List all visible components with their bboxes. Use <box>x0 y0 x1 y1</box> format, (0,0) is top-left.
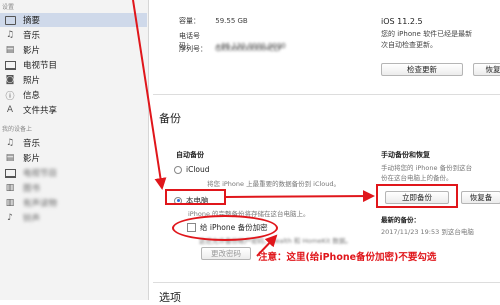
divider <box>153 282 500 283</box>
restore-iphone-button[interactable]: 恢复 <box>473 63 500 76</box>
sidebar-item-label: 铃声 <box>23 214 41 224</box>
music-note-icon: ♫ <box>5 138 15 148</box>
icloud-label: iCloud <box>186 165 210 174</box>
sidebar-item-label: 图书 <box>23 184 41 194</box>
book-icon: ▥ <box>5 183 15 193</box>
backup-section-title: 备份 <box>159 112 181 125</box>
sidebar-item-info[interactable]: ⓘ 信息 <box>0 88 147 102</box>
manual-description-line2: 份在这台电脑上的备份。 <box>381 174 453 182</box>
app-store-icon: A <box>6 105 14 115</box>
ios-version: iOS 11.2.5 <box>381 17 423 26</box>
sidebar-item-summary[interactable]: 摘要 <box>0 13 147 27</box>
capacity-label: 容量： <box>179 17 200 25</box>
sidebar-item-file-sharing[interactable]: A 文件共享 <box>0 103 147 117</box>
manual-backup-title: 手动备份和恢复 <box>381 151 430 159</box>
capacity-row: 容量： 59.55 GB <box>179 16 248 26</box>
info-icon: ⓘ <box>5 91 15 102</box>
sidebar-item-device-tv[interactable]: 电视节目 <box>0 166 147 180</box>
highlight-this-computer <box>165 189 226 205</box>
audiobook-icon: ▥ <box>5 198 15 208</box>
sidebar: 设置 摘要 ♫ 音乐 ▤ 影片 电视节目 ◙ 照片 ⓘ 信息 A 文件共享 我的… <box>0 0 149 300</box>
icloud-description: 将您 iPhone 上最重要的数据备份到 iCloud。 <box>207 180 341 188</box>
ios-desc-line1: 您的 iPhone 软件已经是最新 <box>381 30 473 38</box>
sidebar-item-label: 文件共享 <box>23 106 58 116</box>
highlight-encrypt-ellipse <box>172 215 278 241</box>
options-section-title: 选项 <box>159 291 181 304</box>
sidebar-item-tv-shows[interactable]: 电视节目 <box>0 58 147 72</box>
ios-desc-line2: 次自动检查更新。 <box>381 41 437 49</box>
music-note-icon: ♫ <box>5 30 15 40</box>
tv-icon <box>3 60 17 70</box>
sidebar-item-label: 音乐 <box>23 139 41 149</box>
film-icon: ▤ <box>5 45 15 55</box>
sidebar-item-device-audiobooks[interactable]: ▥ 有声读物 <box>0 196 147 210</box>
change-password-button[interactable]: 更改密码 <box>201 247 251 260</box>
sidebar-item-label: 电视节目 <box>23 61 58 71</box>
restore-backup-button[interactable]: 恢复备 <box>461 191 500 204</box>
sidebar-item-label: 照片 <box>23 76 41 86</box>
check-update-button[interactable]: 检查更新 <box>381 63 463 76</box>
film-icon: ▤ <box>5 153 15 163</box>
sidebar-item-device-movies[interactable]: ▤ 影片 <box>0 151 147 165</box>
camera-icon: ◙ <box>5 75 15 85</box>
sidebar-item-device-books[interactable]: ▥ 图书 <box>0 181 147 195</box>
ios-description: 您的 iPhone 软件已经是最新 次自动检查更新。 <box>381 29 500 51</box>
sidebar-section-device: 我的设备上 <box>2 126 33 133</box>
bell-icon: ♪ <box>7 213 13 223</box>
sidebar-item-device-music[interactable]: ♫ 音乐 <box>0 136 147 150</box>
sidebar-item-label: 电视节目 <box>23 169 58 179</box>
sidebar-item-photos[interactable]: ◙ 照片 <box>0 73 147 87</box>
sidebar-item-label: 有声读物 <box>23 199 58 209</box>
highlight-backup-now <box>376 184 458 208</box>
sidebar-section-settings: 设置 <box>2 4 15 11</box>
summary-icon <box>3 15 17 25</box>
latest-backup-label: 最新的备份： <box>381 216 420 224</box>
sidebar-item-movies[interactable]: ▤ 影片 <box>0 43 147 57</box>
capacity-value: 59.55 GB <box>215 17 248 25</box>
sidebar-item-label: 音乐 <box>23 31 41 41</box>
sidebar-item-music[interactable]: ♫ 音乐 <box>0 28 147 42</box>
latest-backup-value: 2017/11/23 19:53 到这台电脑 <box>381 228 474 236</box>
tv-icon <box>3 168 17 178</box>
annotation-note: 注意：这里(给iPhone备份加密)不要勾选 <box>258 252 437 263</box>
sidebar-item-label: 影片 <box>23 46 41 56</box>
radio-button[interactable] <box>174 165 182 174</box>
sidebar-item-label: 信息 <box>23 91 41 101</box>
sidebar-item-label: 摘要 <box>23 16 41 26</box>
sidebar-item-label: 影片 <box>23 154 41 164</box>
serial-row: 序列号： GXXXXXXXXXHCLF <box>179 44 282 54</box>
serial-value: GXXXXXXXXXHCLF <box>215 45 282 53</box>
icloud-radio[interactable]: iCloud <box>174 165 210 174</box>
serial-label: 序列号： <box>179 45 207 53</box>
divider <box>153 94 500 95</box>
sidebar-item-device-tones[interactable]: ♪ 铃声 <box>0 211 147 225</box>
auto-backup-title: 自动备份 <box>176 151 204 159</box>
manual-description-line1: 手动将您的 iPhone 备份到这台 <box>381 164 473 172</box>
